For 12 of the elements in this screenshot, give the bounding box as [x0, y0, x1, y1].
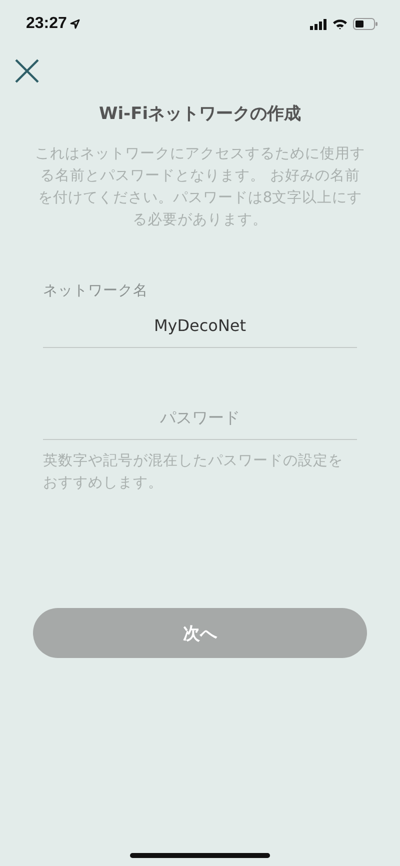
- password-hint: 英数字や記号が混在したパスワードの設定をおすすめします。: [43, 452, 344, 493]
- password-field[interactable]: パスワード: [43, 402, 357, 440]
- network-name-field[interactable]: MyDecoNet: [43, 310, 357, 348]
- close-button[interactable]: [14, 58, 40, 84]
- battery-icon: [353, 18, 378, 30]
- signal-icon: [310, 18, 327, 30]
- status-time: 23:27: [26, 15, 67, 33]
- description: これはネットワークにアクセスするために使用する名前とパスワードとなります。 お好みの名前を付けてください。パスワードは8文字以上にする必要があります。: [35, 145, 365, 230]
- wifi-icon: [332, 18, 348, 30]
- field-label: ネットワーク名: [43, 282, 149, 300]
- page-title: Wi-Fiネットワークの作成: [98, 103, 302, 125]
- location-icon: [70, 19, 80, 29]
